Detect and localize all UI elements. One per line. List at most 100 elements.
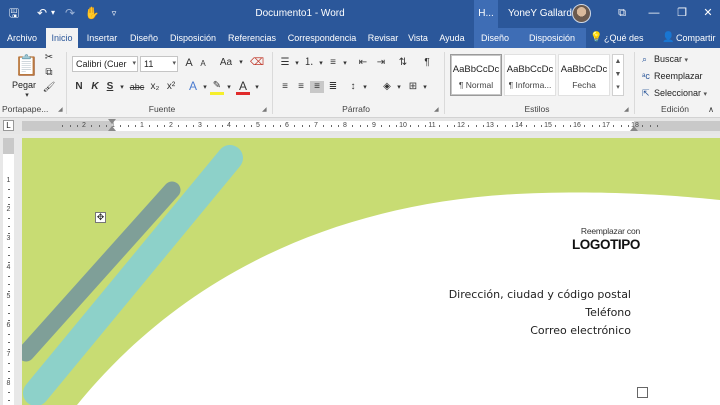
paste-label[interactable]: Pegar [12, 80, 36, 90]
restore-icon[interactable]: ❐ [672, 5, 692, 21]
redo-icon[interactable]: ↷ [62, 6, 78, 20]
customize-toolbar-icon[interactable]: ▿ [106, 6, 122, 20]
document-page[interactable] [22, 138, 720, 405]
left-indent-marker[interactable] [108, 118, 116, 134]
style-informacion[interactable]: AaBbCcDc ¶ Informa... [504, 54, 556, 96]
tab-table-design[interactable]: Diseño [476, 28, 514, 48]
format-painter-icon[interactable]: 🖌 [42, 82, 56, 94]
ruler-number: 10 [399, 122, 407, 129]
context-tab-header[interactable]: H... [474, 0, 498, 28]
sort-icon[interactable]: ⇅ [396, 57, 410, 69]
ribbon-display-options-icon[interactable]: ⧉ [612, 5, 632, 21]
style-normal[interactable]: AaBbCcDc ¶ Normal [450, 54, 502, 96]
strikethrough-icon[interactable]: abc [128, 81, 146, 93]
underline-dropdown-icon[interactable]: ▾ [115, 82, 129, 94]
align-right-icon[interactable]: ≡ [310, 81, 324, 93]
save-icon[interactable]: 🖫 [6, 6, 22, 20]
email-line[interactable]: Correo electrónico [420, 324, 631, 337]
subscript-icon[interactable]: x₂ [148, 81, 162, 93]
change-case-dropdown-icon[interactable]: ▾ [234, 57, 248, 69]
ruler-tick [497, 125, 499, 127]
select-button[interactable]: ⇱ Seleccionar ▾ [642, 88, 707, 99]
font-color-icon[interactable]: A [236, 80, 250, 95]
logo-text: LOGOTIPO [571, 237, 640, 252]
user-name[interactable]: YoneY Gallardo [508, 8, 578, 19]
shrink-font-icon[interactable]: A [196, 58, 210, 70]
borders-dropdown-icon[interactable]: ▾ [418, 82, 432, 94]
tab-table-layout[interactable]: Disposición [522, 28, 582, 48]
styles-launcher-icon[interactable]: ◢ [624, 106, 629, 113]
change-case-icon[interactable]: Aa [216, 57, 236, 69]
tab-insertar[interactable]: Insertar [82, 28, 122, 48]
content-control-box[interactable] [637, 387, 648, 398]
gallery-more-icon[interactable]: ▾ [613, 81, 623, 94]
style-sample: AaBbCcDc [506, 64, 554, 75]
shading-dropdown-icon[interactable]: ▾ [392, 82, 406, 94]
ruler-tick [91, 125, 93, 127]
ruler-tick [540, 125, 542, 127]
table-move-handle[interactable]: ✥ [95, 212, 106, 223]
right-indent-marker[interactable] [630, 126, 638, 131]
lightbulb-icon[interactable]: 💡 [590, 28, 602, 48]
tab-inicio[interactable]: Inicio [46, 28, 78, 48]
touch-mode-icon[interactable]: ✋ [84, 6, 100, 20]
tab-archivo[interactable]: Archivo [2, 28, 42, 48]
style-fecha[interactable]: AaBbCcDc Fecha [558, 54, 610, 96]
paste-dropdown-icon[interactable]: ▾ [20, 90, 34, 102]
font-color-dropdown-icon[interactable]: ▾ [250, 82, 264, 94]
horizontal-ruler[interactable]: 2 1 1 2 3 4 5 6 7 8 9 10 11 12 13 14 15 16 17 18 [22, 121, 720, 131]
bold-icon[interactable]: N [72, 81, 86, 93]
align-left-icon[interactable]: ≡ [278, 81, 292, 93]
styles-gallery-scroll[interactable]: ▲ ▼ ▾ [612, 54, 624, 96]
justify-icon[interactable]: ≣ [326, 81, 340, 93]
tell-me-box[interactable]: ¿Qué des [604, 28, 652, 48]
tab-referencias[interactable]: Referencias [224, 28, 280, 48]
gallery-up-icon[interactable]: ▲ [613, 55, 623, 68]
minimize-icon[interactable]: — [644, 5, 664, 21]
copy-icon[interactable]: ⧉ [42, 67, 56, 79]
close-icon[interactable]: ✕ [698, 5, 718, 21]
ruler-tick [178, 125, 180, 127]
paste-icon[interactable]: 📋 [14, 54, 39, 78]
undo-dropdown-icon[interactable]: ▾ [48, 6, 58, 20]
phone-line[interactable]: Teléfono [420, 306, 631, 319]
gallery-down-icon[interactable]: ▼ [613, 68, 623, 81]
font-name-combo[interactable]: Calibri (Cuer ▾ [72, 56, 138, 72]
tab-disposicion[interactable]: Disposición [166, 28, 220, 48]
clear-formatting-icon[interactable]: ⌫ [250, 57, 264, 69]
font-size-combo[interactable]: 11 ▾ [140, 56, 178, 72]
person-icon[interactable]: 👤 [662, 28, 674, 48]
show-formatting-marks-icon[interactable]: ¶ [420, 57, 434, 69]
tab-revisar[interactable]: Revisar [364, 28, 402, 48]
tab-diseno[interactable]: Diseño [126, 28, 162, 48]
clipboard-launcher-icon[interactable]: ◢ [58, 106, 63, 113]
find-button[interactable]: ⌕ Buscar ▾ [642, 54, 688, 65]
font-launcher-icon[interactable]: ◢ [262, 106, 267, 113]
multilevel-dropdown-icon[interactable]: ▾ [338, 58, 352, 70]
ruler-tick [279, 125, 281, 127]
avatar[interactable] [572, 4, 591, 23]
cut-icon[interactable]: ✂ [42, 52, 56, 64]
ruler-tick [192, 125, 194, 127]
tab-correspondencia[interactable]: Correspondencia [284, 28, 360, 48]
address-line[interactable]: Dirección, ciudad y código postal [420, 288, 631, 301]
collapse-ribbon-icon[interactable]: ∧ [704, 104, 718, 116]
increase-indent-icon[interactable]: ⇥ [374, 57, 388, 69]
align-center-icon[interactable]: ≡ [294, 81, 308, 93]
ruler-number: 7 [314, 122, 318, 129]
ruler-tick [8, 261, 10, 263]
replace-button[interactable]: ᵃc Reemplazar [642, 71, 703, 81]
tab-selector[interactable]: L [3, 120, 14, 131]
paragraph-launcher-icon[interactable]: ◢ [434, 106, 439, 113]
logo-placeholder[interactable]: Reemplazar con LOGOTIPO [540, 226, 640, 252]
tab-vista[interactable]: Vista [405, 28, 431, 48]
line-spacing-dropdown-icon[interactable]: ▾ [358, 82, 372, 94]
tab-ayuda[interactable]: Ayuda [436, 28, 468, 48]
vertical-ruler[interactable]: 1 2 3 4 5 6 7 8 [3, 138, 14, 405]
highlight-dropdown-icon[interactable]: ▾ [222, 82, 236, 94]
grow-font-icon[interactable]: A [182, 57, 196, 69]
decrease-indent-icon[interactable]: ⇤ [356, 57, 370, 69]
superscript-icon[interactable]: x² [164, 81, 178, 93]
italic-icon[interactable]: K [88, 81, 102, 93]
share-button[interactable]: Compartir [676, 28, 720, 48]
